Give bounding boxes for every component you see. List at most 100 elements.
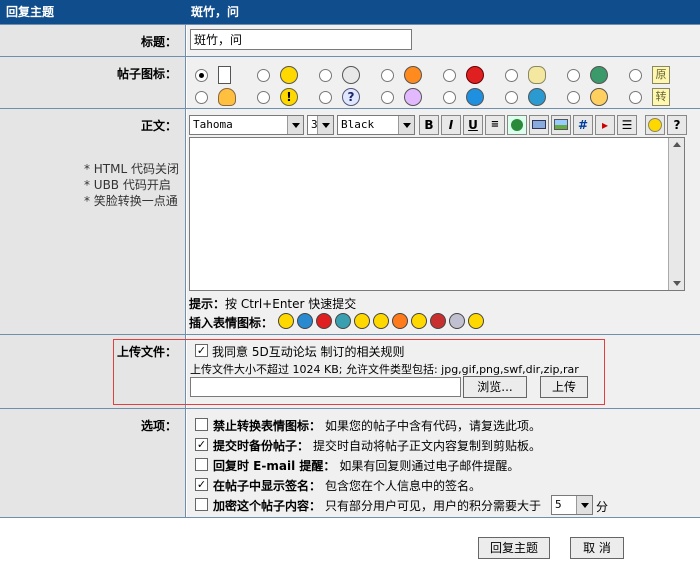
- title-input[interactable]: [190, 29, 412, 50]
- chevron-down-icon: [287, 116, 303, 134]
- note-smiley: * 笑脸转换一点通: [83, 194, 178, 208]
- post-icon-radio[interactable]: [567, 69, 580, 82]
- options-row: 选项： 禁止转换表情图标： 如果您的帖子中含有代码，请复选此项。 ✓ 提交时备份帖子：…: [0, 408, 700, 518]
- help-button[interactable]: ?: [667, 115, 687, 135]
- post-icon-row: 帖子图标： 原!? 转: [0, 56, 700, 108]
- upload-row: 上传文件： ✓ 我同意 5D互动论坛 制订的相关规则 上传文件大小不超过 102…: [0, 334, 700, 408]
- confused-emoticon-icon[interactable]: [468, 313, 484, 329]
- red-emoticon-icon[interactable]: [316, 313, 332, 329]
- body-row: 正文： * HTML 代码关闭 * UBB 代码开启 * 笑脸转换一点通 Tah…: [0, 108, 700, 334]
- align-center-button[interactable]: ≡: [485, 115, 505, 135]
- post-icon-radio[interactable]: [443, 69, 456, 82]
- purple-face-icon: [404, 88, 422, 106]
- note-icon: [218, 66, 231, 84]
- angry-emoticon-icon[interactable]: [430, 313, 446, 329]
- post-icon-radio[interactable]: [505, 69, 518, 82]
- quote-button[interactable]: ▸: [595, 115, 615, 135]
- body-textarea[interactable]: [189, 137, 685, 291]
- option-description: 如果有回复则通过电子邮件提醒。: [339, 459, 520, 473]
- grin-emoticon-icon[interactable]: [411, 313, 427, 329]
- cool-emoticon-icon[interactable]: [392, 313, 408, 329]
- color-select[interactable]: Black: [337, 115, 415, 135]
- smile-emoticon-icon[interactable]: [278, 313, 294, 329]
- picture-icon: [554, 119, 568, 130]
- image-button[interactable]: [551, 115, 571, 135]
- italic-button[interactable]: I: [441, 115, 461, 135]
- option-checkbox[interactable]: ✓: [195, 438, 208, 451]
- option-title: 提交时备份帖子：: [213, 439, 310, 453]
- teal-emoticon-icon[interactable]: [335, 313, 351, 329]
- email-button[interactable]: [529, 115, 549, 135]
- option-description: 只有部分用户可见，用户的积分需要大于: [325, 499, 542, 513]
- bold-button[interactable]: B: [419, 115, 439, 135]
- cancel-button[interactable]: 取 消: [570, 537, 624, 559]
- reply-form: 回复主题 斑竹，问 标题： 帖子图标： 原!? 转 正文： * HTML 代码关闭…: [0, 0, 700, 518]
- option-title: 禁止转换表情图标：: [213, 419, 322, 433]
- title-row: 标题：: [0, 24, 700, 56]
- smile-icon: [280, 66, 298, 84]
- chevron-down-icon: [398, 116, 414, 134]
- option-text: 回复时 E-mail 提醒： 如果有回复则通过电子邮件提醒。: [213, 457, 519, 474]
- post-icon-radio[interactable]: [319, 91, 332, 104]
- option-text: 在帖子中显示签名： 包含您在个人信息中的签名。: [213, 477, 481, 494]
- mail-icon: [532, 120, 546, 129]
- tongue-emoticon-icon[interactable]: [373, 313, 389, 329]
- insert-emoticon-label: 插入表情图标：: [189, 316, 274, 330]
- lightbulb-icon: [218, 88, 236, 106]
- laugh-emoticon-icon[interactable]: [354, 313, 370, 329]
- options-label: 选项：: [0, 409, 186, 517]
- smiley-button[interactable]: [645, 115, 665, 135]
- post-icon-radio[interactable]: [381, 91, 394, 104]
- zhuan-repost-icon: 转: [652, 88, 670, 106]
- post-icon-radio[interactable]: [195, 69, 208, 82]
- list-button[interactable]: ☰: [617, 115, 637, 135]
- post-icon-radio[interactable]: [505, 91, 518, 104]
- post-icon-radio[interactable]: [381, 69, 394, 82]
- option-description: 如果您的帖子中含有代码，请复选此项。: [325, 419, 542, 433]
- code-button[interactable]: #: [573, 115, 593, 135]
- blue-face-icon: [466, 88, 484, 106]
- points-select[interactable]: 5: [551, 495, 593, 515]
- hint-text: 按 Ctrl+Enter 快速提交: [225, 297, 357, 311]
- option-checkbox[interactable]: [195, 458, 208, 471]
- font-select[interactable]: Tahoma: [189, 115, 304, 135]
- hand-stop-icon: [466, 66, 484, 84]
- link-button[interactable]: [507, 115, 527, 135]
- post-icon-radio[interactable]: [257, 69, 270, 82]
- header-title: 回复主题: [6, 5, 55, 19]
- plain-face-icon: [342, 66, 360, 84]
- scroll-down-icon[interactable]: [673, 281, 681, 286]
- chevron-down-icon: [317, 116, 333, 134]
- option-text: 加密这个帖子内容： 只有部分用户可见，用户的积分需要大于: [213, 497, 541, 514]
- scroll-up-icon[interactable]: [673, 142, 681, 147]
- textarea-scrollbar[interactable]: [668, 138, 684, 290]
- option-checkbox[interactable]: ✓: [195, 478, 208, 491]
- post-icon-radio[interactable]: [567, 91, 580, 104]
- title-label: 标题：: [0, 25, 186, 56]
- post-icon-options: 原!? 转: [187, 57, 700, 108]
- size-select[interactable]: 3: [307, 115, 334, 135]
- chevron-down-icon: [576, 496, 592, 514]
- note-html: * HTML 代码关闭: [83, 162, 179, 176]
- question-icon: ?: [342, 88, 360, 106]
- orange-face-icon: [404, 66, 422, 84]
- option-checkbox[interactable]: [195, 498, 208, 511]
- post-icon-radio[interactable]: [319, 69, 332, 82]
- post-icon-radio[interactable]: [195, 91, 208, 104]
- dizzy-emoticon-icon[interactable]: [449, 313, 465, 329]
- underline-button[interactable]: U: [463, 115, 483, 135]
- blue-emoticon-icon[interactable]: [297, 313, 313, 329]
- hint-label: 提示：: [189, 297, 226, 311]
- upload-highlight-box: [113, 339, 605, 405]
- submit-reply-button[interactable]: 回复主题: [478, 537, 550, 559]
- option-checkbox[interactable]: [195, 418, 208, 431]
- post-icon-radio[interactable]: [629, 91, 642, 104]
- globe-icon: [511, 119, 523, 131]
- yuan-original-icon: 原: [652, 66, 670, 84]
- option-title: 加密这个帖子内容：: [213, 499, 322, 513]
- post-icon-radio[interactable]: [629, 69, 642, 82]
- header-topic: 斑竹，问: [191, 5, 240, 19]
- post-icon-radio[interactable]: [443, 91, 456, 104]
- exclamation-icon: !: [280, 88, 298, 106]
- post-icon-radio[interactable]: [257, 91, 270, 104]
